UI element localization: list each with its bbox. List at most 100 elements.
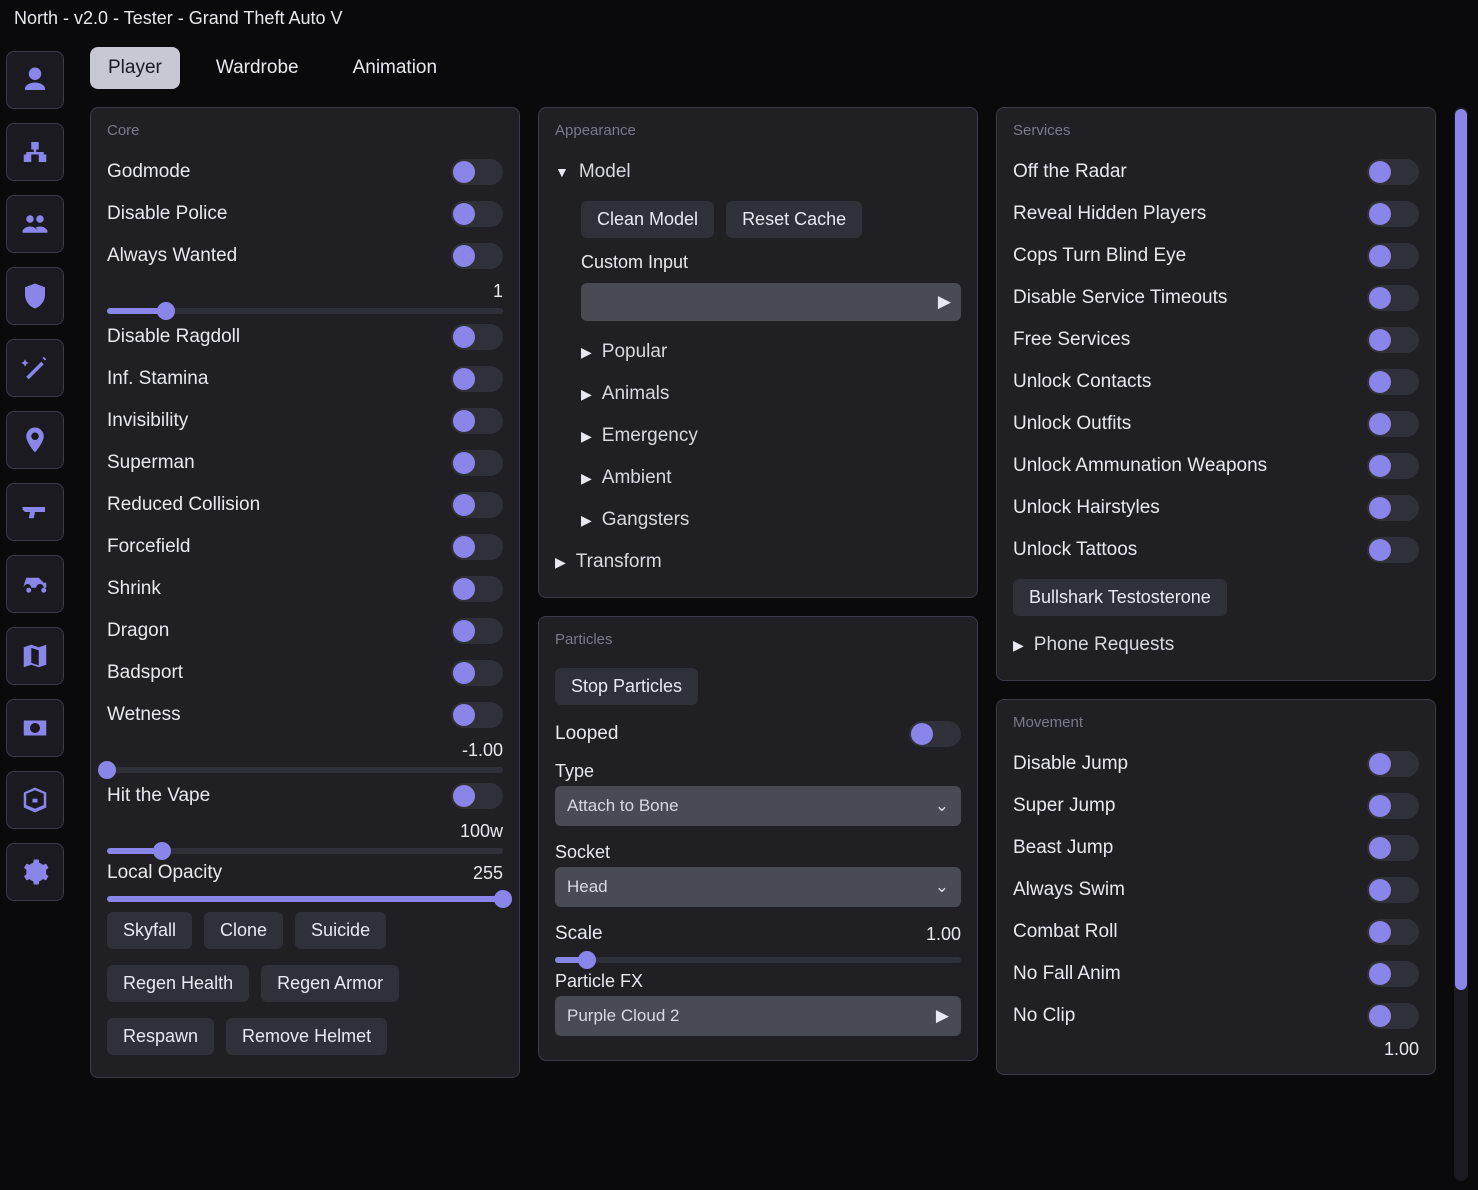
select-type[interactable]: Attach to Bone ⌄ (555, 786, 961, 826)
select-socket[interactable]: Head ⌄ (555, 867, 961, 907)
toggle-vape[interactable] (451, 783, 503, 809)
panel-movement: Movement Disable Jump Super Jump Beast J… (996, 699, 1436, 1075)
btn-clone[interactable]: Clone (204, 912, 283, 949)
custom-input-label: Custom Input (581, 246, 961, 277)
sidebar-network-icon[interactable] (6, 123, 64, 181)
toggle-combat-roll[interactable] (1367, 919, 1419, 945)
toggle-unlock-contacts-label: Unlock Contacts (1013, 371, 1151, 393)
tree-gangsters-label: Gangsters (602, 509, 690, 531)
toggle-forcefield[interactable] (451, 534, 503, 560)
wetness-slider[interactable] (107, 767, 503, 773)
scrollbar[interactable] (1454, 107, 1468, 1181)
btn-reset-cache[interactable]: Reset Cache (726, 201, 862, 238)
toggle-invisibility[interactable] (451, 408, 503, 434)
toggle-always-wanted-label: Always Wanted (107, 245, 237, 267)
toggle-free-services[interactable] (1367, 327, 1419, 353)
btn-regen-health[interactable]: Regen Health (107, 965, 249, 1002)
toggle-no-fall-anim[interactable] (1367, 961, 1419, 987)
tree-ambient-label: Ambient (602, 467, 672, 489)
sidebar-money-icon[interactable] (6, 699, 64, 757)
toggle-unlock-contacts[interactable] (1367, 369, 1419, 395)
btn-suicide[interactable]: Suicide (295, 912, 386, 949)
toggle-reduced-collision[interactable] (451, 492, 503, 518)
scale-slider[interactable] (555, 957, 961, 963)
toggle-super-jump[interactable] (1367, 793, 1419, 819)
scrollbar-thumb[interactable] (1455, 109, 1467, 990)
btn-stop-particles[interactable]: Stop Particles (555, 668, 698, 705)
tree-gangsters[interactable]: ▶ Gangsters (581, 499, 961, 541)
toggle-wetness[interactable] (451, 702, 503, 728)
sidebar-group-icon[interactable] (6, 195, 64, 253)
panel-particles: Particles Stop Particles Looped Type Att… (538, 616, 978, 1061)
tab-animation[interactable]: Animation (335, 47, 456, 89)
toggle-disable-police[interactable] (451, 201, 503, 227)
looped-label: Looped (555, 723, 618, 745)
toggle-reveal-hidden[interactable] (1367, 201, 1419, 227)
toggle-inf-stamina[interactable] (451, 366, 503, 392)
toggle-no-clip[interactable] (1367, 1003, 1419, 1029)
wetness-label: Wetness (107, 704, 181, 726)
toggle-shrink[interactable] (451, 576, 503, 602)
tree-animals[interactable]: ▶Animals (581, 373, 961, 415)
toggle-superman[interactable] (451, 450, 503, 476)
btn-regen-armor[interactable]: Regen Armor (261, 965, 399, 1002)
btn-respawn[interactable]: Respawn (107, 1018, 214, 1055)
panel-services-title: Services (1013, 122, 1419, 139)
sidebar-car-icon[interactable] (6, 555, 64, 613)
tree-popular[interactable]: ▶Popular (581, 331, 961, 373)
vape-slider[interactable] (107, 848, 503, 854)
toggle-disable-timeouts[interactable] (1367, 285, 1419, 311)
panel-particles-title: Particles (555, 631, 961, 648)
toggle-cops-blind[interactable] (1367, 243, 1419, 269)
toggle-unlock-ammunation[interactable] (1367, 453, 1419, 479)
toggle-disable-ragdoll[interactable] (451, 324, 503, 350)
tree-emergency[interactable]: ▶Emergency (581, 415, 961, 457)
toggle-godmode[interactable] (451, 159, 503, 185)
play-icon[interactable]: ▶ (936, 1006, 949, 1026)
caret-right-icon: ▶ (581, 512, 592, 529)
toggle-always-wanted[interactable] (451, 243, 503, 269)
sidebar-map-icon[interactable] (6, 627, 64, 685)
btn-skyfall[interactable]: Skyfall (107, 912, 192, 949)
caret-right-icon: ▶ (581, 428, 592, 445)
select-fx[interactable]: Purple Cloud 2 ▶ (555, 996, 961, 1036)
socket-label: Socket (555, 836, 961, 867)
custom-input-field[interactable] (591, 292, 938, 312)
select-fx-value: Purple Cloud 2 (567, 1006, 679, 1026)
sidebar-wand-icon[interactable] (6, 339, 64, 397)
toggle-always-swim[interactable] (1367, 877, 1419, 903)
sidebar-user-icon[interactable] (6, 51, 64, 109)
btn-remove-helmet[interactable]: Remove Helmet (226, 1018, 387, 1055)
sidebar-pin-icon[interactable] (6, 411, 64, 469)
play-icon[interactable]: ▶ (938, 292, 951, 312)
scale-value: 1.00 (926, 924, 961, 945)
sidebar-gun-icon[interactable] (6, 483, 64, 541)
tree-transform[interactable]: ▶Transform (555, 541, 961, 583)
sidebar-shield-icon[interactable] (6, 267, 64, 325)
opacity-slider-value: 255 (473, 863, 503, 884)
tree-phone-requests[interactable]: ▶Phone Requests (1013, 624, 1419, 666)
toggle-beast-jump[interactable] (1367, 835, 1419, 861)
toggle-badsport[interactable] (451, 660, 503, 686)
wanted-slider[interactable] (107, 308, 503, 314)
toggle-unlock-hairstyles[interactable] (1367, 495, 1419, 521)
tab-wardrobe[interactable]: Wardrobe (198, 47, 317, 89)
opacity-slider[interactable] (107, 896, 503, 902)
tree-model[interactable]: ▼ Model (555, 151, 961, 193)
select-socket-value: Head (567, 877, 608, 897)
toggle-unlock-tattoos[interactable] (1367, 537, 1419, 563)
tree-ambient[interactable]: ▶Ambient (581, 457, 961, 499)
btn-clean-model[interactable]: Clean Model (581, 201, 714, 238)
tab-player[interactable]: Player (90, 47, 180, 89)
toggle-disable-jump[interactable] (1367, 751, 1419, 777)
btn-bullshark[interactable]: Bullshark Testosterone (1013, 579, 1227, 616)
toggle-dragon[interactable] (451, 618, 503, 644)
toggle-reduced-collision-label: Reduced Collision (107, 494, 260, 516)
sidebar-box-icon[interactable] (6, 771, 64, 829)
toggle-looped[interactable] (909, 721, 961, 747)
custom-input-box[interactable]: ▶ (581, 283, 961, 321)
sidebar-gear-icon[interactable] (6, 843, 64, 901)
toggle-unlock-outfits[interactable] (1367, 411, 1419, 437)
content-columns: Core Godmode Disable Police Always Wante… (90, 107, 1472, 1181)
toggle-off-radar[interactable] (1367, 159, 1419, 185)
